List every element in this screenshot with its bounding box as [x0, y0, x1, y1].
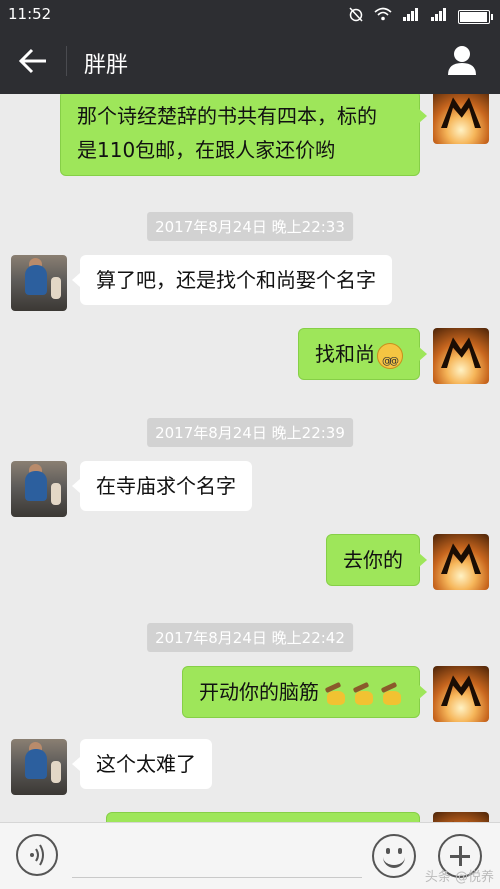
message-text: 在寺庙求个名字 — [96, 474, 236, 498]
timestamp: 2017年8月24日 晚上22:42 — [147, 623, 353, 652]
message-bubble-sent[interactable]: 去你的 — [326, 534, 427, 586]
avatar-contact[interactable] — [11, 461, 67, 517]
wifi-icon — [374, 7, 392, 26]
person-icon — [448, 46, 476, 75]
profile-button[interactable] — [446, 44, 478, 76]
message-input[interactable] — [72, 831, 362, 878]
timestamp: 2017年8月24日 晚上22:39 — [147, 418, 353, 447]
status-bar: 11:52 — [0, 0, 500, 28]
message-bubble-sent[interactable]: 找和尚 — [298, 328, 427, 380]
battery-icon — [458, 9, 493, 24]
avatar-self[interactable] — [433, 534, 489, 590]
alarm-off-icon — [348, 6, 364, 27]
header-divider — [66, 46, 67, 76]
hammer-emoji — [323, 681, 347, 705]
chat-header: 胖胖 — [0, 28, 500, 94]
message-text: 算了吧，还是找个和尚娶个名字 — [96, 268, 376, 292]
message-text: 开动你的脑筋 — [199, 680, 319, 704]
chat-area[interactable]: 那个诗经楚辞的书共有四本，标的 是110包邮，在跟人家还价哟 2017年8月24… — [0, 94, 500, 822]
watermark: 头条 @悦养 — [424, 870, 494, 885]
timestamp: 2017年8月24日 晚上22:33 — [147, 212, 353, 241]
message-bubble-received[interactable]: 在寺庙求个名字 — [72, 461, 252, 511]
avatar-self[interactable] — [433, 94, 489, 144]
avatar-self[interactable] — [433, 328, 489, 384]
status-time: 11:52 — [8, 5, 52, 23]
signal-icon — [430, 7, 448, 26]
avatar-contact[interactable] — [11, 739, 67, 795]
voice-button[interactable] — [16, 834, 58, 876]
message-text: 那个诗经楚辞的书共有四本，标的 — [77, 104, 377, 128]
message-text: 这个太难了 — [96, 752, 196, 776]
message-bubble-received[interactable]: 算了吧，还是找个和尚娶个名字 — [72, 255, 392, 305]
back-button[interactable] — [18, 47, 50, 75]
message-bubble-sent-partial[interactable] — [106, 812, 420, 822]
dizzy-face-emoji — [377, 342, 403, 379]
input-bar: 头条 @悦养 — [0, 822, 500, 889]
signal-icon — [402, 7, 420, 26]
voice-icon — [30, 844, 44, 866]
avatar-self[interactable] — [433, 812, 489, 822]
message-text: 去你的 — [343, 548, 403, 572]
arrow-left-icon — [18, 48, 46, 74]
message-bubble-sent[interactable]: 那个诗经楚辞的书共有四本，标的 是110包邮，在跟人家还价哟 — [60, 94, 427, 176]
emoji-button[interactable] — [372, 834, 416, 878]
message-bubble-received[interactable]: 这个太难了 — [72, 739, 212, 789]
avatar-contact[interactable] — [11, 255, 67, 311]
hammer-emoji — [379, 681, 403, 705]
message-text: 是110包邮，在跟人家还价哟 — [77, 138, 336, 162]
status-icons — [348, 6, 493, 27]
hammer-emoji — [351, 681, 375, 705]
message-bubble-sent[interactable]: 开动你的脑筋 — [182, 666, 427, 718]
message-text: 找和尚 — [315, 342, 375, 366]
avatar-self[interactable] — [433, 666, 489, 722]
chat-title: 胖胖 — [84, 53, 129, 78]
